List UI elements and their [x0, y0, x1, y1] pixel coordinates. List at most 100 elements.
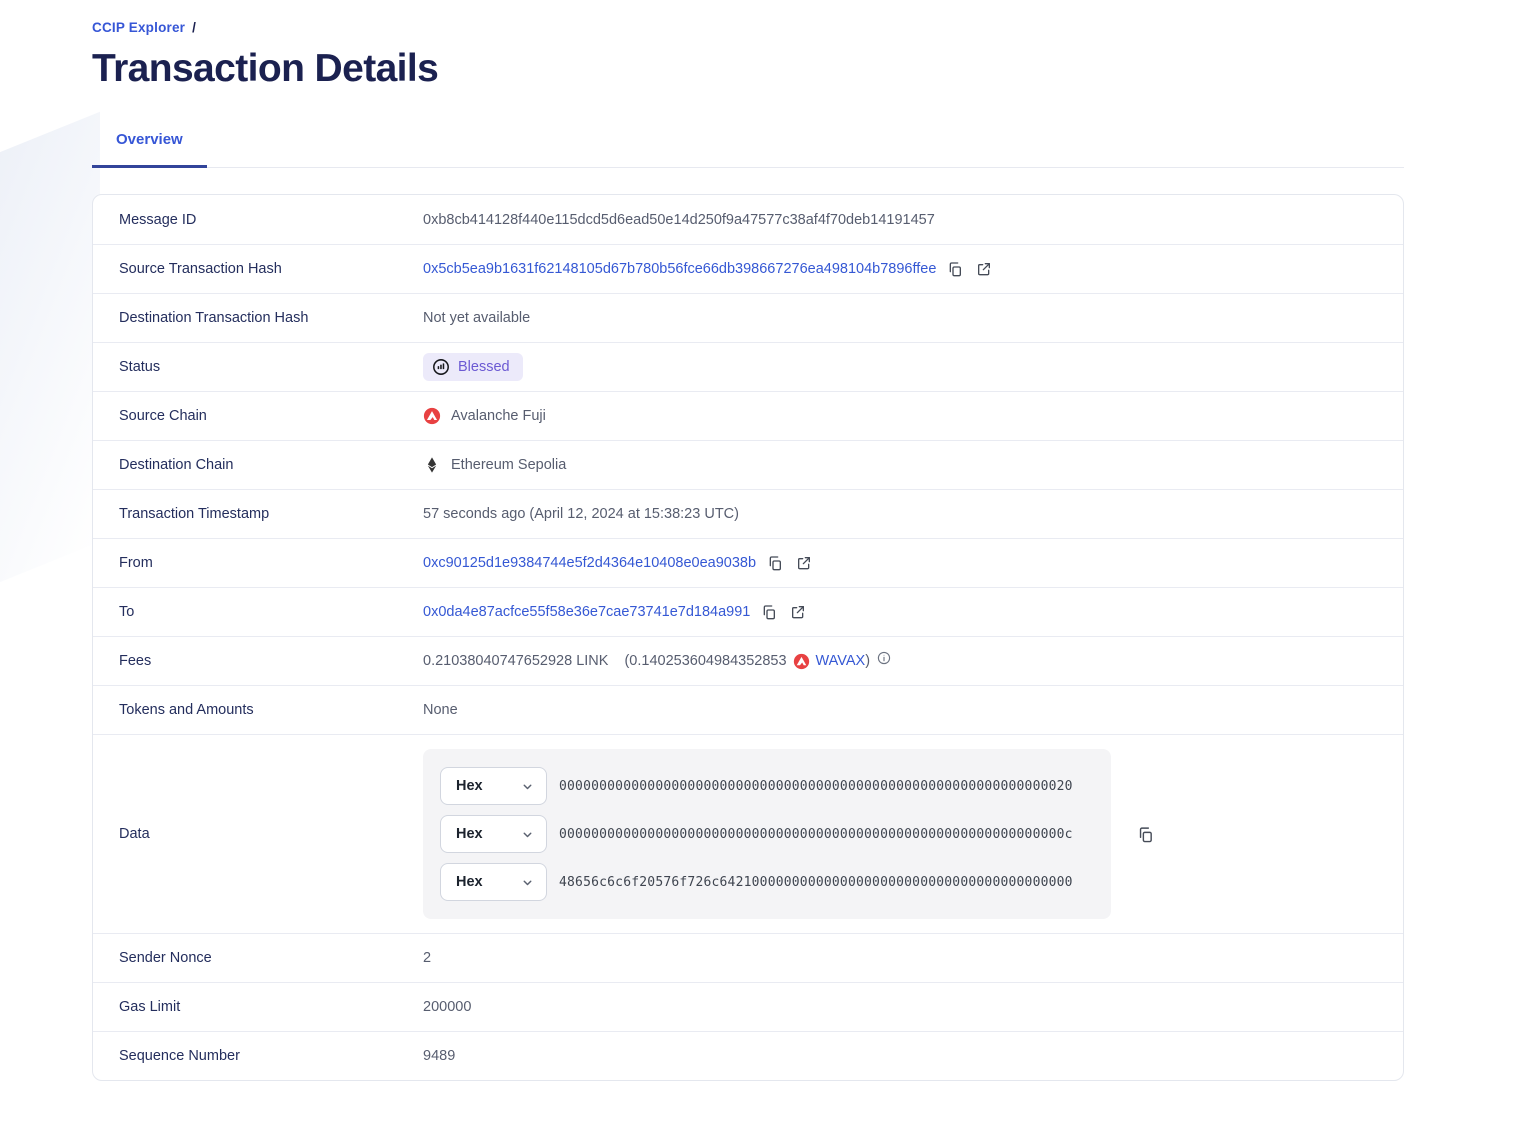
breadcrumb-ccip-explorer-link[interactable]: CCIP Explorer	[92, 20, 185, 35]
to-address-link[interactable]: 0x0da4e87acfce55f58e36e7cae73741e7d184a9…	[423, 604, 750, 620]
dest-chain-name: Ethereum Sepolia	[451, 457, 566, 473]
data-hex-line: 48656c6c6f20576f726c64210000000000000000…	[559, 875, 1073, 890]
dest-tx-hash-value: Not yet available	[423, 310, 530, 326]
copy-icon[interactable]	[1135, 824, 1155, 844]
data-line: Hex 48656c6c6f20576f726c6421000000000000…	[440, 863, 1111, 901]
data-hex-line: 0000000000000000000000000000000000000000…	[559, 779, 1073, 794]
source-tx-hash-label: Source Transaction Hash	[93, 261, 423, 277]
fees-converted: (0.140253604984352853	[624, 653, 786, 669]
gas-limit-value: 200000	[423, 999, 471, 1015]
row-from: From 0xc90125d1e9384744e5f2d4364e10408e0…	[93, 538, 1403, 587]
fees-close-paren: )	[865, 653, 870, 669]
source-chain-value: Avalanche Fuji	[423, 407, 546, 425]
avalanche-icon	[423, 407, 441, 425]
chevron-down-icon	[520, 875, 534, 889]
to-value-wrap: 0x0da4e87acfce55f58e36e7cae73741e7d184a9…	[423, 602, 828, 622]
timestamp-value: 57 seconds ago (April 12, 2024 at 15:38:…	[423, 506, 739, 522]
row-message-id: Message ID 0xb8cb414128f440e115dcd5d6ead…	[93, 195, 1403, 244]
to-label: To	[93, 604, 423, 620]
row-fees: Fees 0.21038040747652928 LINK (0.1402536…	[93, 636, 1403, 685]
avalanche-icon	[793, 653, 810, 670]
data-format-select[interactable]: Hex	[440, 863, 547, 901]
dest-tx-hash-label: Destination Transaction Hash	[93, 310, 423, 326]
tab-overview[interactable]: Overview	[92, 131, 207, 168]
fees-value: 0.21038040747652928 LINK (0.140253604984…	[423, 653, 891, 670]
external-link-icon[interactable]	[788, 602, 808, 622]
sender-nonce-value: 2	[423, 950, 431, 966]
message-id-value-wrap: 0xb8cb414128f440e115dcd5d6ead50e14d250f9…	[423, 212, 955, 228]
source-chain-name: Avalanche Fuji	[451, 408, 546, 424]
dest-tx-hash-value-wrap: Not yet available	[423, 310, 550, 326]
background-decoration	[0, 112, 100, 599]
status-label: Status	[93, 359, 423, 375]
external-link-icon[interactable]	[794, 553, 814, 573]
page-title: Transaction Details	[92, 47, 1404, 91]
external-link-icon[interactable]	[974, 259, 994, 279]
wavax-token-link[interactable]: WAVAX	[816, 653, 866, 669]
row-source-chain: Source Chain Avalanche Fuji	[93, 391, 1403, 440]
message-id-label: Message ID	[93, 212, 423, 228]
data-line: Hex 000000000000000000000000000000000000…	[440, 767, 1111, 805]
ethereum-icon	[423, 456, 441, 474]
status-badge: Blessed	[423, 353, 523, 381]
row-to: To 0x0da4e87acfce55f58e36e7cae73741e7d18…	[93, 587, 1403, 636]
sequence-number-label: Sequence Number	[93, 1048, 423, 1064]
data-format-select-value: Hex	[456, 874, 483, 890]
blessed-signal-icon	[432, 358, 450, 376]
status-value-wrap: Blessed	[423, 353, 543, 381]
row-status: Status Blessed	[93, 342, 1403, 391]
page-content: CCIP Explorer / Transaction Details Overv…	[92, 20, 1404, 1081]
row-data: Data Hex 0000000000000000000000000000000…	[93, 734, 1403, 933]
copy-icon[interactable]	[945, 259, 965, 279]
message-id-value: 0xb8cb414128f440e115dcd5d6ead50e14d250f9…	[423, 212, 935, 228]
from-address-link[interactable]: 0xc90125d1e9384744e5f2d4364e10408e0ea903…	[423, 555, 756, 571]
gas-limit-label: Gas Limit	[93, 999, 423, 1015]
status-badge-text: Blessed	[458, 359, 510, 375]
row-timestamp: Transaction Timestamp 57 seconds ago (Ap…	[93, 489, 1403, 538]
data-hex-panel: Hex 000000000000000000000000000000000000…	[423, 749, 1111, 919]
copy-icon[interactable]	[759, 602, 779, 622]
dest-chain-value-wrap: Ethereum Sepolia	[423, 456, 586, 474]
data-line: Hex 000000000000000000000000000000000000…	[440, 815, 1111, 853]
timestamp-value-wrap: 57 seconds ago (April 12, 2024 at 15:38:…	[423, 506, 759, 522]
data-format-select[interactable]: Hex	[440, 815, 547, 853]
fees-label: Fees	[93, 653, 423, 669]
info-icon[interactable]	[876, 651, 891, 666]
row-gas-limit: Gas Limit 200000	[93, 982, 1403, 1031]
transaction-details-card: Message ID 0xb8cb414128f440e115dcd5d6ead…	[92, 194, 1404, 1081]
tokens-amounts-value-wrap: None	[423, 702, 478, 718]
data-label: Data	[93, 826, 423, 842]
data-hex-line: 0000000000000000000000000000000000000000…	[559, 827, 1073, 842]
row-sender-nonce: Sender Nonce 2	[93, 933, 1403, 982]
dest-chain-label: Destination Chain	[93, 457, 423, 473]
row-sequence-number: Sequence Number 9489	[93, 1031, 1403, 1080]
breadcrumb-separator: /	[192, 20, 196, 35]
row-source-tx-hash: Source Transaction Hash 0x5cb5ea9b1631f6…	[93, 244, 1403, 293]
sequence-number-value: 9489	[423, 1048, 455, 1064]
fees-token-wrap: WAVAX)	[816, 653, 871, 669]
dest-chain-value: Ethereum Sepolia	[423, 456, 566, 474]
source-tx-hash-link[interactable]: 0x5cb5ea9b1631f62148105d67b780b56fce66db…	[423, 261, 936, 277]
source-tx-hash-value-wrap: 0x5cb5ea9b1631f62148105d67b780b56fce66db…	[423, 259, 1014, 279]
chevron-down-icon	[520, 827, 534, 841]
row-dest-chain: Destination Chain Ethereum Sepolia	[93, 440, 1403, 489]
tokens-amounts-value: None	[423, 702, 458, 718]
tab-bar: Overview	[92, 131, 1404, 168]
data-value-wrap: Hex 000000000000000000000000000000000000…	[423, 749, 1175, 919]
fees-amount: 0.21038040747652928 LINK	[423, 653, 608, 669]
data-format-select[interactable]: Hex	[440, 767, 547, 805]
data-format-select-value: Hex	[456, 826, 483, 842]
gas-limit-value-wrap: 200000	[423, 999, 491, 1015]
data-format-select-value: Hex	[456, 778, 483, 794]
sender-nonce-value-wrap: 2	[423, 950, 451, 966]
source-chain-label: Source Chain	[93, 408, 423, 424]
row-tokens-amounts: Tokens and Amounts None	[93, 685, 1403, 734]
fees-value-wrap: 0.21038040747652928 LINK (0.140253604984…	[423, 653, 911, 670]
sender-nonce-label: Sender Nonce	[93, 950, 423, 966]
copy-icon[interactable]	[765, 553, 785, 573]
sequence-number-value-wrap: 9489	[423, 1048, 475, 1064]
source-chain-value-wrap: Avalanche Fuji	[423, 407, 566, 425]
from-label: From	[93, 555, 423, 571]
timestamp-label: Transaction Timestamp	[93, 506, 423, 522]
from-value-wrap: 0xc90125d1e9384744e5f2d4364e10408e0ea903…	[423, 553, 834, 573]
